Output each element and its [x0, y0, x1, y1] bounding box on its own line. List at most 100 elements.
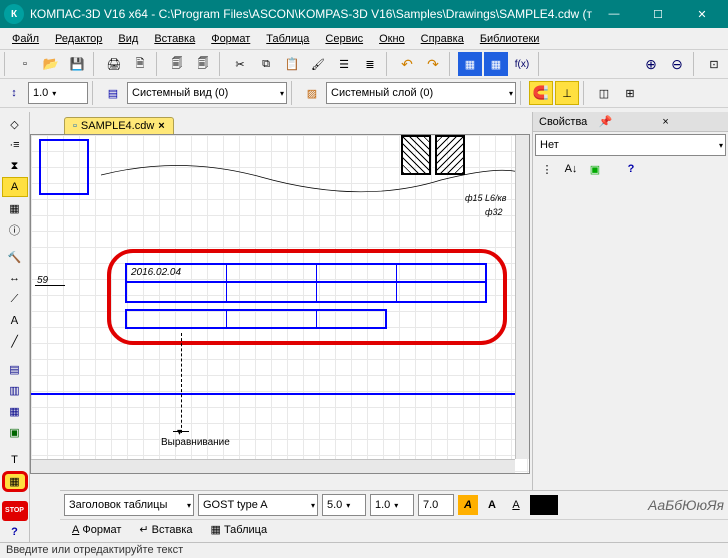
view-combo[interactable]: Системный вид (0)▾	[127, 82, 287, 104]
cut-button[interactable]	[228, 52, 252, 76]
compass-tool[interactable]: Ａ	[2, 310, 28, 330]
extra-button-1[interactable]: ⊡	[702, 52, 726, 76]
doc-button-1[interactable]: 🗐	[165, 52, 189, 76]
menu-file[interactable]: Файл	[4, 31, 47, 47]
tab-table[interactable]: ▦Таблица	[207, 522, 272, 537]
variables-button[interactable]	[510, 52, 534, 76]
properties-title: Свойства 📌 ×	[533, 112, 728, 132]
geometry-tool[interactable]: ◇	[2, 114, 28, 134]
pin-icon[interactable]: 📌	[599, 115, 655, 128]
save-button[interactable]	[65, 52, 89, 76]
italic-button[interactable]: A	[458, 495, 478, 515]
tab-format[interactable]: AФормат	[68, 523, 125, 537]
grid-button-2[interactable]: ⊞	[618, 81, 642, 105]
prop-btn-2[interactable]: A↓	[561, 160, 581, 178]
properties-filter-combo[interactable]: Нет▾	[535, 134, 726, 156]
font-combo[interactable]: GOST type A▾	[198, 494, 318, 516]
menu-window[interactable]: Окно	[371, 31, 413, 47]
print-preview-button[interactable]	[128, 52, 152, 76]
section-combo[interactable]: Заголовок таблицы▾	[64, 494, 194, 516]
menu-service[interactable]: Сервис	[317, 31, 371, 47]
ortho-button[interactable]: ⊥	[555, 81, 579, 105]
properties-button[interactable]	[332, 52, 356, 76]
color-button[interactable]	[530, 495, 558, 515]
scale-combo[interactable]: 1.0▾	[28, 82, 88, 104]
prop-help[interactable]	[621, 160, 641, 178]
text-t-tool[interactable]: T	[2, 450, 28, 470]
paste-button[interactable]	[280, 52, 304, 76]
line-tool[interactable]: ╱	[2, 332, 28, 352]
size-combo[interactable]: 5.0▾	[322, 494, 366, 516]
layer-combo[interactable]: Системный слой (0)▾	[326, 82, 516, 104]
format-painter-button[interactable]: 🖌	[306, 52, 330, 76]
menu-help[interactable]: Справка	[413, 31, 472, 47]
menu-format[interactable]: Формат	[203, 31, 258, 47]
zoom-in-button[interactable]	[639, 52, 663, 76]
document-tab[interactable]: ▫ SAMPLE4.cdw ×	[64, 117, 174, 134]
window-title: КОМПАС-3D V16 x64 - C:\Program Files\ASC…	[30, 7, 592, 21]
step-combo[interactable]: 1.0▾	[370, 494, 414, 516]
dimension-tool[interactable]: ↔	[2, 268, 28, 288]
layers-button[interactable]: ▨	[300, 81, 324, 105]
scrollbar-horizontal[interactable]	[31, 459, 515, 473]
zoom-out-button[interactable]	[665, 52, 689, 76]
menu-view[interactable]: Вид	[110, 31, 146, 47]
info-tool[interactable]: ⓘ	[2, 220, 28, 240]
hatch-tool[interactable]: ▦	[2, 198, 28, 218]
status-text: Введите или отредактируйте текст	[6, 544, 183, 556]
state-button[interactable]: ↕	[2, 81, 26, 105]
menu-table[interactable]: Таблица	[258, 31, 317, 47]
grid-button-1[interactable]: ◫	[592, 81, 616, 105]
height-field[interactable]: 7.0	[418, 494, 454, 516]
bold-button[interactable]: A	[482, 495, 502, 515]
underline-button[interactable]: A	[506, 495, 526, 515]
tab-insert[interactable]: ↵Вставка	[135, 522, 196, 537]
close-button[interactable]: ✕	[680, 0, 724, 28]
stop-button[interactable]: STOP	[2, 501, 28, 521]
text-tool[interactable]: A	[2, 177, 28, 197]
drawing-canvas[interactable]: ф15 L6/кв ф32 59 2016.02.04	[31, 135, 529, 473]
table-cell-date[interactable]: 2016.02.04	[127, 265, 227, 281]
scrollbar-vertical[interactable]	[515, 135, 529, 459]
doc-button-2[interactable]: 🗐	[191, 52, 215, 76]
open-button[interactable]	[39, 52, 63, 76]
statusbar: Введите или отредактируйте текст	[0, 542, 728, 558]
copy-button[interactable]	[254, 52, 278, 76]
dim-small-2: ф32	[485, 207, 503, 217]
menu-insert[interactable]: Вставка	[146, 31, 203, 47]
dim-small-1: ф15 L6/кв	[465, 193, 507, 203]
doctab-label: SAMPLE4.cdw	[81, 120, 154, 132]
menu-edit[interactable]: Редактор	[47, 31, 110, 47]
edit-tool[interactable]: 🔨	[2, 247, 28, 267]
doc-icon: ▫	[73, 120, 77, 132]
help-button[interactable]	[2, 522, 28, 542]
prop-btn-1[interactable]: ⋮	[537, 160, 557, 178]
menubar: Файл Редактор Вид Вставка Формат Таблица…	[0, 28, 728, 50]
manager-button-2[interactable]: ▦	[484, 52, 508, 76]
table-tool-3[interactable]: ▦	[2, 401, 28, 421]
snap-button[interactable]	[529, 81, 553, 105]
maximize-button[interactable]: ☐	[636, 0, 680, 28]
view-toolbar: ↕ 1.0▾ Системный вид (0)▾ ▨ Системный сл…	[0, 79, 728, 108]
table-tool-2[interactable]: ▥	[2, 380, 28, 400]
spline-curve	[101, 155, 521, 215]
doctab-close[interactable]: ×	[158, 120, 164, 132]
new-button[interactable]	[13, 52, 37, 76]
prop-btn-3[interactable]: ▣	[585, 160, 605, 178]
manager-button-1[interactable]: ▦	[458, 52, 482, 76]
views-button[interactable]	[101, 81, 125, 105]
undo-button[interactable]	[395, 52, 419, 76]
table-insert-tool[interactable]: ▦	[2, 471, 28, 491]
menu-libs[interactable]: Библиотеки	[472, 31, 548, 47]
point-tool[interactable]: ·≡	[2, 135, 28, 155]
list-button[interactable]: ≣	[358, 52, 382, 76]
print-button[interactable]	[102, 52, 126, 76]
table-tool-4[interactable]: ▣	[2, 422, 28, 442]
aux-tool[interactable]: ⧗	[2, 156, 28, 176]
close-panel-icon[interactable]: ×	[662, 116, 718, 128]
standard-toolbar: 🗐 🗐 🖌 ≣ ▦ ▦ ⊡	[0, 50, 728, 79]
minimize-button[interactable]: —	[592, 0, 636, 28]
table-tool-1[interactable]: ▤	[2, 359, 28, 379]
arc-tool[interactable]: ⟋	[2, 289, 28, 309]
redo-button[interactable]	[421, 52, 445, 76]
